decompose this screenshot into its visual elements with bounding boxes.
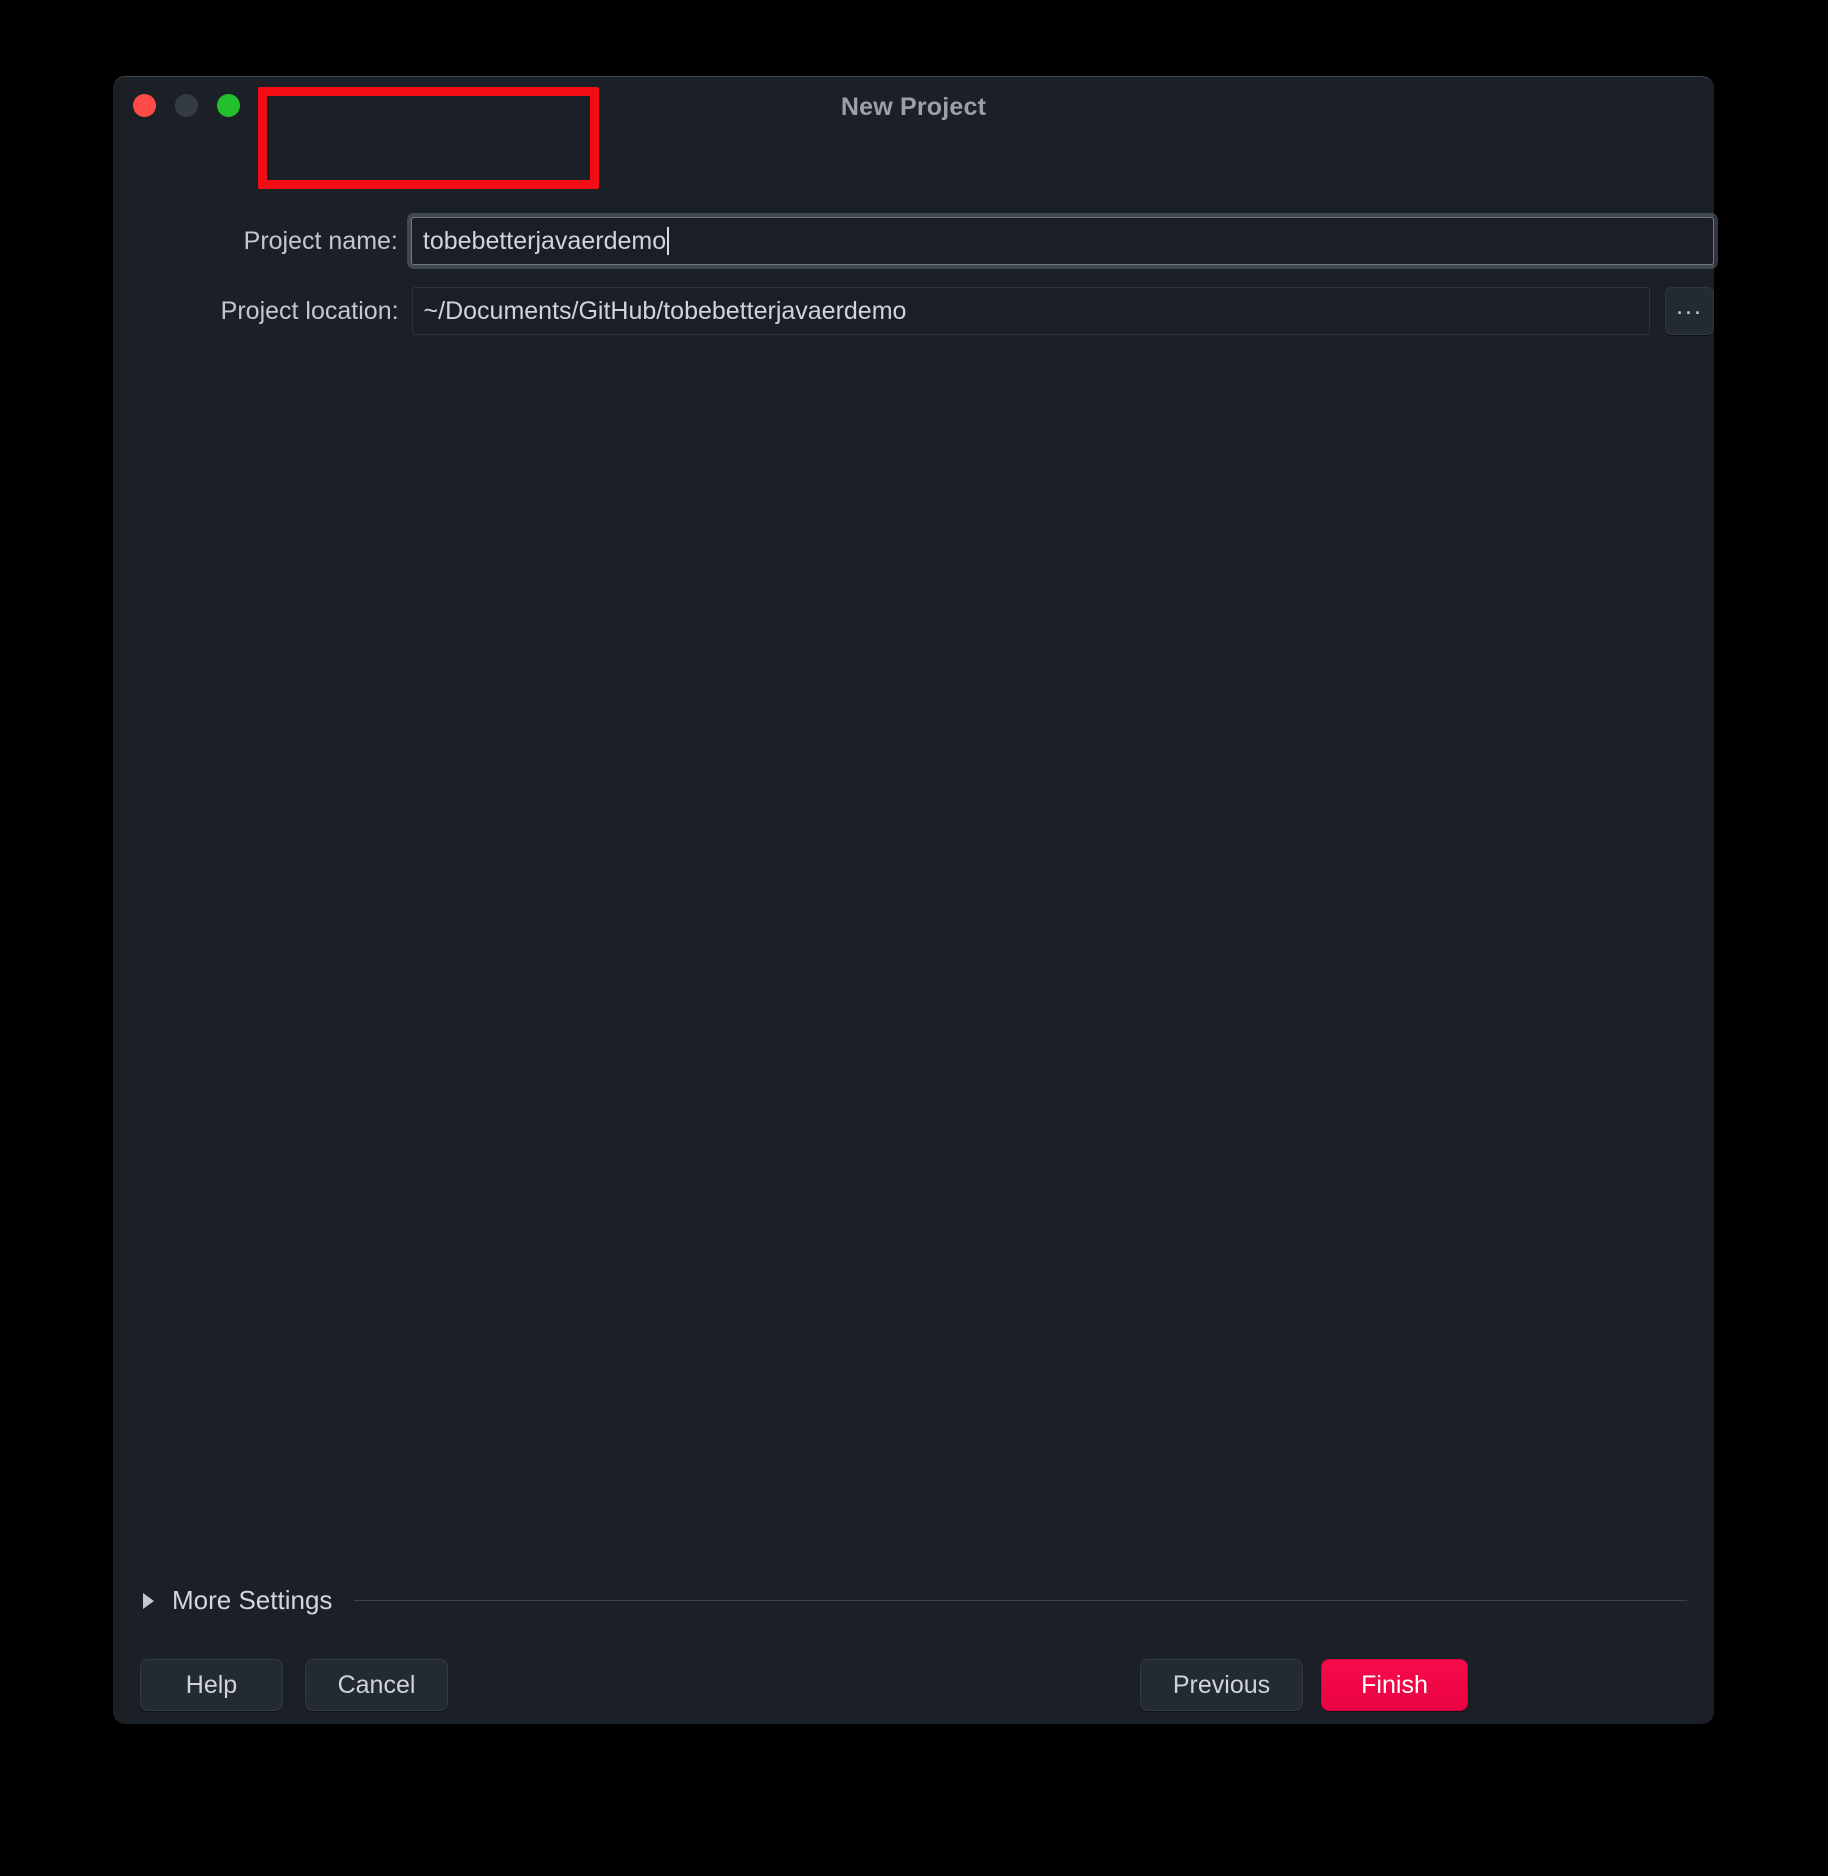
project-name-row: Project name: tobebetterjavaerdemo: [113, 215, 1714, 267]
previous-button[interactable]: Previous: [1140, 1659, 1303, 1711]
project-location-input[interactable]: ~/Documents/GitHub/tobebetterjavaerdemo: [411, 287, 1651, 335]
project-name-label: Project name:: [243, 226, 398, 255]
text-caret: [667, 227, 670, 255]
window-title: New Project: [840, 93, 987, 121]
project-location-row: Project location: ~/Documents/GitHub/tob…: [113, 285, 1714, 337]
window-titlebar: New Project: [113, 77, 1714, 135]
new-project-dialog-window: New Project Project name: tobebetterjava…: [113, 76, 1714, 1724]
project-location-value: ~/Documents/GitHub/tobebetterjavaerdemo: [423, 296, 907, 325]
project-name-value: tobebetterjavaerdemo: [422, 226, 667, 255]
cancel-button[interactable]: Cancel: [305, 1659, 448, 1711]
dialog-button-bar: Help Cancel Previous Finish: [113, 1659, 1714, 1725]
section-divider: [354, 1600, 1687, 1601]
help-button[interactable]: Help: [140, 1659, 283, 1711]
finish-button[interactable]: Finish: [1321, 1659, 1468, 1711]
more-settings-section[interactable]: More Settings: [140, 1585, 1687, 1616]
project-name-input[interactable]: tobebetterjavaerdemo: [410, 217, 1714, 265]
project-location-label: Project location:: [220, 296, 399, 325]
triangle-right-icon[interactable]: [143, 1592, 154, 1609]
more-settings-label: More Settings: [172, 1585, 333, 1615]
browse-folder-button[interactable]: ...: [1665, 287, 1714, 335]
